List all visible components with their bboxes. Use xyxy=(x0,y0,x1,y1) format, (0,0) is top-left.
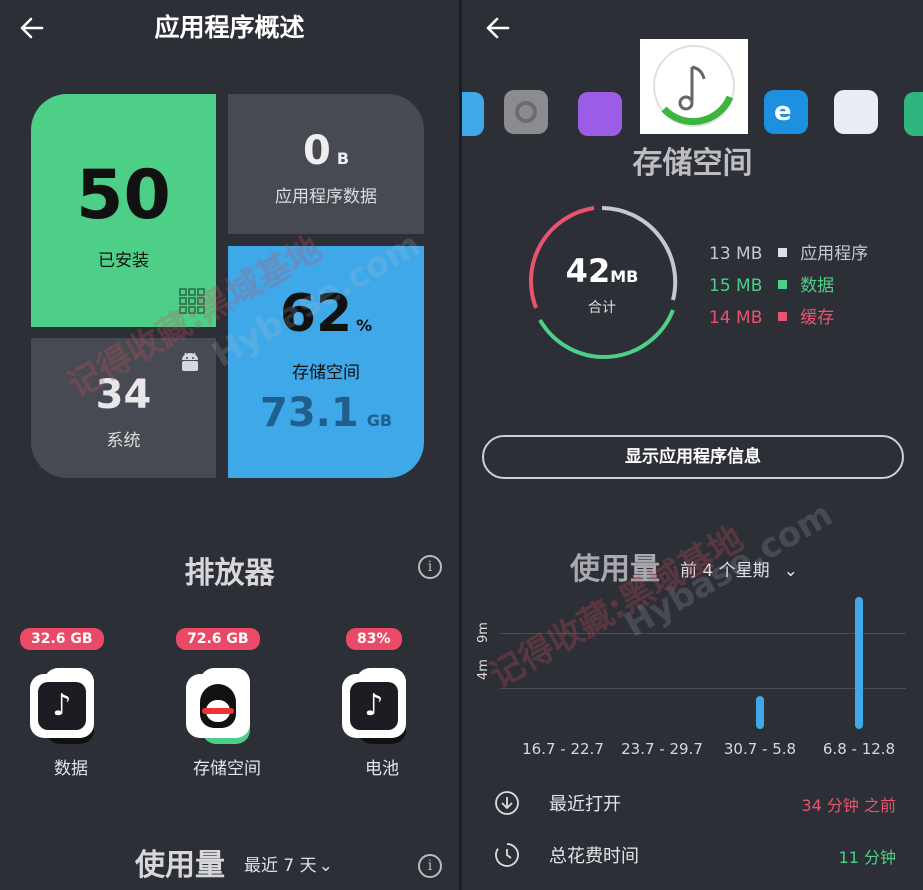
chevron-down-icon: ⌄ xyxy=(318,856,333,876)
show-app-info-button[interactable]: 显示应用程序信息 xyxy=(482,435,904,479)
legend-swatch xyxy=(777,248,787,257)
x-tick-label: 23.7 - 29.7 xyxy=(621,740,703,758)
y-tick-label: 4m xyxy=(476,659,491,680)
storage-item-label: 存储空间 xyxy=(193,759,261,779)
app-data-label: 应用程序数据 xyxy=(275,187,377,207)
last-opened-row: 最近打开 34 分钟 之前 xyxy=(492,788,902,820)
app-icon-stack[interactable] xyxy=(186,668,266,748)
battery-badge: 83% xyxy=(346,628,402,650)
usage-bar xyxy=(756,696,764,729)
grid-icon xyxy=(179,288,205,314)
legend-swatch xyxy=(777,312,787,321)
chart-gridline xyxy=(500,633,906,634)
last-opened-value: 34 分钟 之前 xyxy=(801,796,896,815)
system-label: 系统 xyxy=(106,431,141,451)
total-time-value: 11 分钟 xyxy=(838,848,896,867)
app-icon-stack[interactable]: ♪ xyxy=(342,668,422,748)
data-badge: 32.6 GB xyxy=(20,628,104,650)
installed-label: 已安装 xyxy=(98,251,149,271)
total-time-row: 总花费时间 11 分钟 xyxy=(492,840,902,872)
usage-title: 使用量 xyxy=(135,848,225,883)
music-app-icon xyxy=(653,45,735,127)
app-overview-panel: 应用程序概述 50 已安装 0B 应用程序数据 34 系统 62 % 存储空间 … xyxy=(0,0,459,890)
download-circle-icon xyxy=(495,791,519,815)
chevron-down-icon: ⌄ xyxy=(783,561,798,581)
selected-app-icon[interactable] xyxy=(640,39,748,134)
storage-percent: 62% xyxy=(279,284,373,344)
info-icon[interactable]: i xyxy=(418,854,442,878)
storage-label: 存储空间 xyxy=(292,363,360,383)
storage-tile[interactable]: 62% 存储空间 73.1 GB xyxy=(228,246,424,478)
storage-size: 73.1 GB xyxy=(259,390,393,436)
legend-app: 13 MB 应用程序 xyxy=(709,244,869,264)
gallery-app-icon[interactable] xyxy=(578,92,622,136)
app-store-icon[interactable] xyxy=(834,90,878,134)
y-tick-label: 9m xyxy=(476,622,491,643)
donut-caption: 合计 xyxy=(588,300,616,316)
installed-count: 50 xyxy=(76,156,171,235)
android-icon xyxy=(182,352,198,371)
storage-section-title: 存储空间 xyxy=(632,146,753,181)
usage-bar xyxy=(855,597,863,729)
back-arrow-icon[interactable] xyxy=(484,14,512,42)
legend-cache: 14 MB 缓存 xyxy=(709,308,835,328)
tiktok-icon: ♪ xyxy=(342,674,406,738)
legend-swatch xyxy=(777,280,787,289)
storage-badge: 72.6 GB xyxy=(176,628,260,650)
legend-data: 15 MB 数据 xyxy=(709,276,835,296)
usage-title: 使用量 xyxy=(570,552,660,587)
chart-gridline xyxy=(500,688,906,689)
browser-app-icon[interactable]: e xyxy=(764,90,808,134)
app-icon[interactable] xyxy=(462,92,484,136)
timer-icon xyxy=(495,843,519,867)
total-time-label: 总花费时间 xyxy=(549,846,639,867)
battery-label: 电池 xyxy=(365,759,399,779)
x-tick-label: 30.7 - 5.8 xyxy=(723,740,797,758)
app-icon[interactable] xyxy=(904,92,923,136)
donut-total: 42MB xyxy=(565,252,639,290)
installed-tile[interactable]: 50 已安装 xyxy=(31,94,216,327)
app-data-tile[interactable]: 0B 应用程序数据 xyxy=(228,94,424,234)
info-icon[interactable]: i xyxy=(418,555,442,579)
app-detail-panel: e 存储空间 42MB 合计 13 MB 应用程序 15 MB 数据 14 MB xyxy=(462,0,923,890)
emissions-title: 排放器 xyxy=(184,556,275,591)
usage-range-dropdown[interactable]: 前 4 个星期 ⌄ xyxy=(680,556,798,581)
tiktok-icon: ♪ xyxy=(30,674,94,738)
app-data-value: 0B xyxy=(302,128,350,174)
x-tick-label: 6.8 - 12.8 xyxy=(822,740,896,758)
page-title: 应用程序概述 xyxy=(154,13,305,42)
system-count: 34 xyxy=(95,372,152,418)
data-label: 数据 xyxy=(54,759,88,779)
last-opened-label: 最近打开 xyxy=(549,794,621,815)
usage-range-dropdown[interactable]: 最近 7 天 ⌄ xyxy=(244,851,333,876)
app-icon-stack[interactable]: ♪ xyxy=(30,668,110,748)
settings-app-icon[interactable] xyxy=(504,90,548,134)
qq-icon xyxy=(186,674,250,738)
watermark-text: 记得收藏:黑域基地 xyxy=(482,518,751,697)
x-tick-label: 16.7 - 22.7 xyxy=(522,740,604,758)
system-tile[interactable]: 34 系统 xyxy=(31,338,216,478)
